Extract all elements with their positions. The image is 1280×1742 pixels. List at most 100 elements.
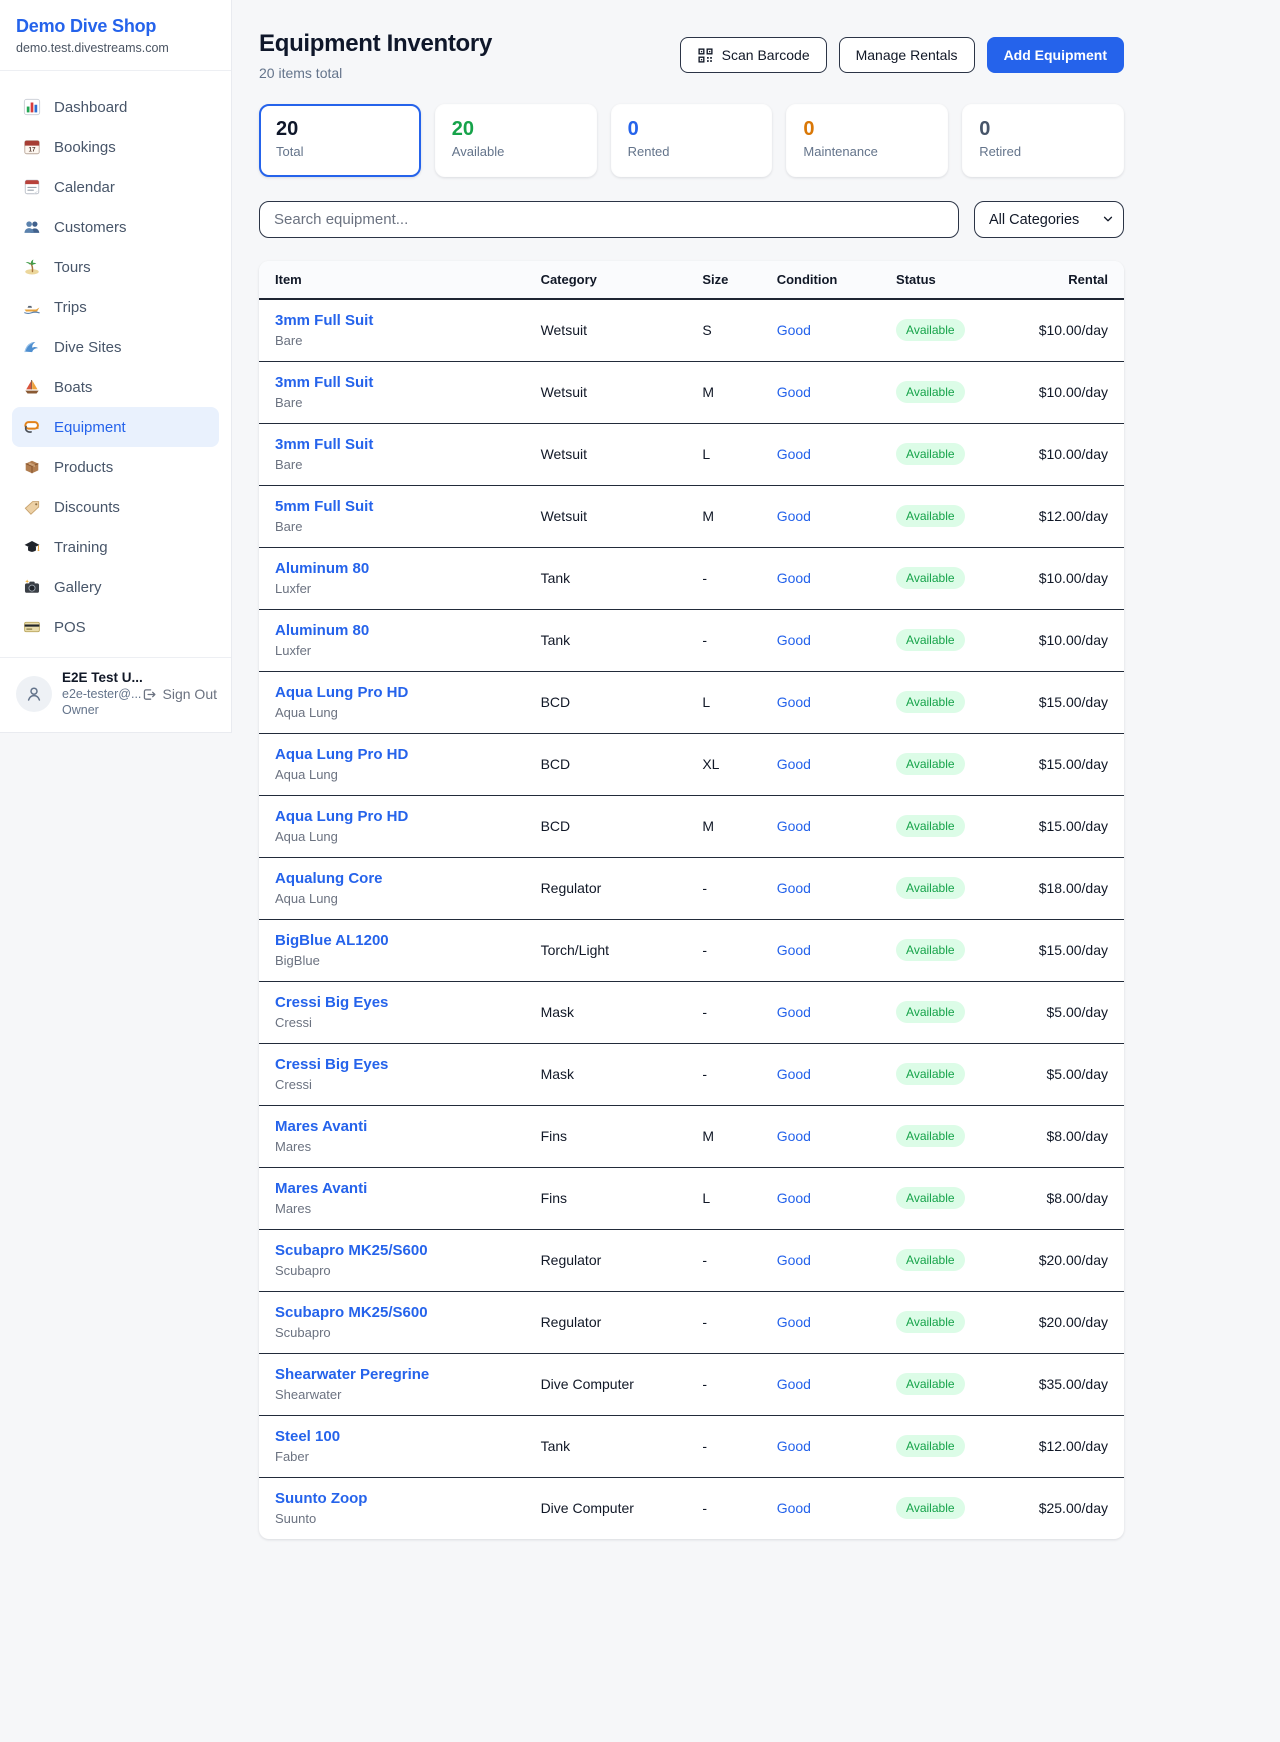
sidebar-item-discounts[interactable]: Discounts [12, 487, 219, 527]
item-category: Mask [525, 981, 687, 1043]
item-name-link[interactable]: Mares Avanti [275, 1180, 509, 1197]
stat-card-total[interactable]: 20Total [259, 104, 421, 177]
credit-card-icon [22, 618, 41, 637]
sidebar-item-dashboard[interactable]: Dashboard [12, 87, 219, 127]
item-name-link[interactable]: Shearwater Peregrine [275, 1366, 509, 1383]
item-name-link[interactable]: 3mm Full Suit [275, 374, 509, 391]
island-icon [22, 258, 41, 277]
sidebar-item-calendar[interactable]: Calendar [12, 167, 219, 207]
sign-out-icon [140, 686, 157, 703]
item-name-link[interactable]: Suunto Zoop [275, 1490, 509, 1507]
item-size: - [686, 1229, 760, 1291]
item-name-link[interactable]: 3mm Full Suit [275, 436, 509, 453]
item-rental-price: $5.00/day [999, 1043, 1124, 1105]
item-condition: Good [777, 1066, 811, 1082]
sailboat-icon [22, 378, 41, 397]
item-category: Fins [525, 1167, 687, 1229]
sidebar-item-label: Customers [54, 219, 127, 236]
item-name-link[interactable]: Aluminum 80 [275, 560, 509, 577]
item-rental-price: $5.00/day [999, 981, 1124, 1043]
user-role: Owner [62, 703, 130, 719]
stat-card-retired[interactable]: 0Retired [962, 104, 1124, 177]
bookings-calendar-icon: 17 [22, 138, 41, 157]
item-name-link[interactable]: Steel 100 [275, 1428, 509, 1445]
item-name-link[interactable]: Aqualung Core [275, 870, 509, 887]
item-name-link[interactable]: Aqua Lung Pro HD [275, 684, 509, 701]
stat-card-rented[interactable]: 0Rented [611, 104, 773, 177]
item-brand: Luxfer [275, 643, 509, 658]
item-condition: Good [777, 570, 811, 586]
item-name-link[interactable]: Aqua Lung Pro HD [275, 808, 509, 825]
item-rental-price: $10.00/day [999, 361, 1124, 423]
item-name-link[interactable]: Scubapro MK25/S600 [275, 1304, 509, 1321]
item-name-link[interactable]: Scubapro MK25/S600 [275, 1242, 509, 1259]
brand-block: Demo Dive Shop demo.test.divestreams.com [0, 0, 231, 71]
sidebar-item-products[interactable]: Products [12, 447, 219, 487]
sidebar-item-label: Dashboard [54, 99, 127, 116]
search-input[interactable] [259, 201, 959, 238]
item-category: Wetsuit [525, 299, 687, 361]
item-condition: Good [777, 1190, 811, 1206]
sidebar-item-tours[interactable]: Tours [12, 247, 219, 287]
sidebar-item-label: Gallery [54, 579, 102, 596]
items-total: 20 items total [259, 65, 492, 81]
stat-card-maintenance[interactable]: 0Maintenance [786, 104, 948, 177]
table-row: 3mm Full SuitBareWetsuitLGoodAvailable$1… [259, 423, 1124, 485]
status-badge: Available [896, 1063, 964, 1085]
table-row: Mares AvantiMaresFinsLGoodAvailable$8.00… [259, 1167, 1124, 1229]
sidebar-item-training[interactable]: Training [12, 527, 219, 567]
item-size: - [686, 857, 760, 919]
item-name-link[interactable]: Aqua Lung Pro HD [275, 746, 509, 763]
add-equipment-button[interactable]: Add Equipment [987, 37, 1124, 73]
item-brand: Aqua Lung [275, 891, 509, 906]
item-name-link[interactable]: BigBlue AL1200 [275, 932, 509, 949]
sidebar-item-trips[interactable]: Trips [12, 287, 219, 327]
category-select-wrap: All Categories [974, 201, 1124, 238]
item-category: Regulator [525, 857, 687, 919]
stat-card-available[interactable]: 20Available [435, 104, 597, 177]
item-name-link[interactable]: Cressi Big Eyes [275, 994, 509, 1011]
sidebar-item-boats[interactable]: Boats [12, 367, 219, 407]
item-condition: Good [777, 1252, 811, 1268]
sidebar-item-gallery[interactable]: Gallery [12, 567, 219, 607]
sidebar-item-customers[interactable]: Customers [12, 207, 219, 247]
item-rental-price: $20.00/day [999, 1229, 1124, 1291]
item-condition: Good [777, 1438, 811, 1454]
table-row: Shearwater PeregrineShearwaterDive Compu… [259, 1353, 1124, 1415]
table-row: Scubapro MK25/S600ScubaproRegulator-Good… [259, 1229, 1124, 1291]
table-row: Scubapro MK25/S600ScubaproRegulator-Good… [259, 1291, 1124, 1353]
bar-chart-icon [22, 98, 41, 117]
status-badge: Available [896, 567, 964, 589]
svg-text:17: 17 [28, 147, 36, 154]
stat-label: Maintenance [803, 144, 931, 159]
item-name-link[interactable]: 5mm Full Suit [275, 498, 509, 515]
item-size: M [686, 795, 760, 857]
manage-rentals-button[interactable]: Manage Rentals [839, 37, 975, 73]
camera-icon [22, 578, 41, 597]
sign-out-button[interactable]: Sign Out [140, 686, 217, 703]
sidebar-item-label: Products [54, 459, 113, 476]
scan-barcode-button[interactable]: Scan Barcode [680, 37, 827, 73]
sidebar-item-bookings[interactable]: 17Bookings [12, 127, 219, 167]
item-rental-price: $12.00/day [999, 1415, 1124, 1477]
item-name-link[interactable]: Mares Avanti [275, 1118, 509, 1135]
motorboat-icon [22, 298, 41, 317]
stat-cards: 20Total20Available0Rented0Maintenance0Re… [259, 104, 1124, 177]
item-size: - [686, 1291, 760, 1353]
item-brand: Bare [275, 395, 509, 410]
item-name-link[interactable]: Aluminum 80 [275, 622, 509, 639]
item-name-link[interactable]: Cressi Big Eyes [275, 1056, 509, 1073]
sign-out-label: Sign Out [163, 686, 217, 702]
category-select[interactable]: All Categories [974, 201, 1124, 238]
item-name-link[interactable]: 3mm Full Suit [275, 312, 509, 329]
table-row: Mares AvantiMaresFinsMGoodAvailable$8.00… [259, 1105, 1124, 1167]
item-size: - [686, 1415, 760, 1477]
sidebar-item-equipment[interactable]: Equipment [12, 407, 219, 447]
item-brand: Bare [275, 457, 509, 472]
column-header-item: Item [259, 261, 525, 299]
item-condition: Good [777, 1376, 811, 1392]
sidebar-item-dive-sites[interactable]: Dive Sites [12, 327, 219, 367]
manage-rentals-label: Manage Rentals [856, 47, 958, 63]
filters-row: All Categories [259, 201, 1124, 238]
sidebar-item-pos[interactable]: POS [12, 607, 219, 647]
